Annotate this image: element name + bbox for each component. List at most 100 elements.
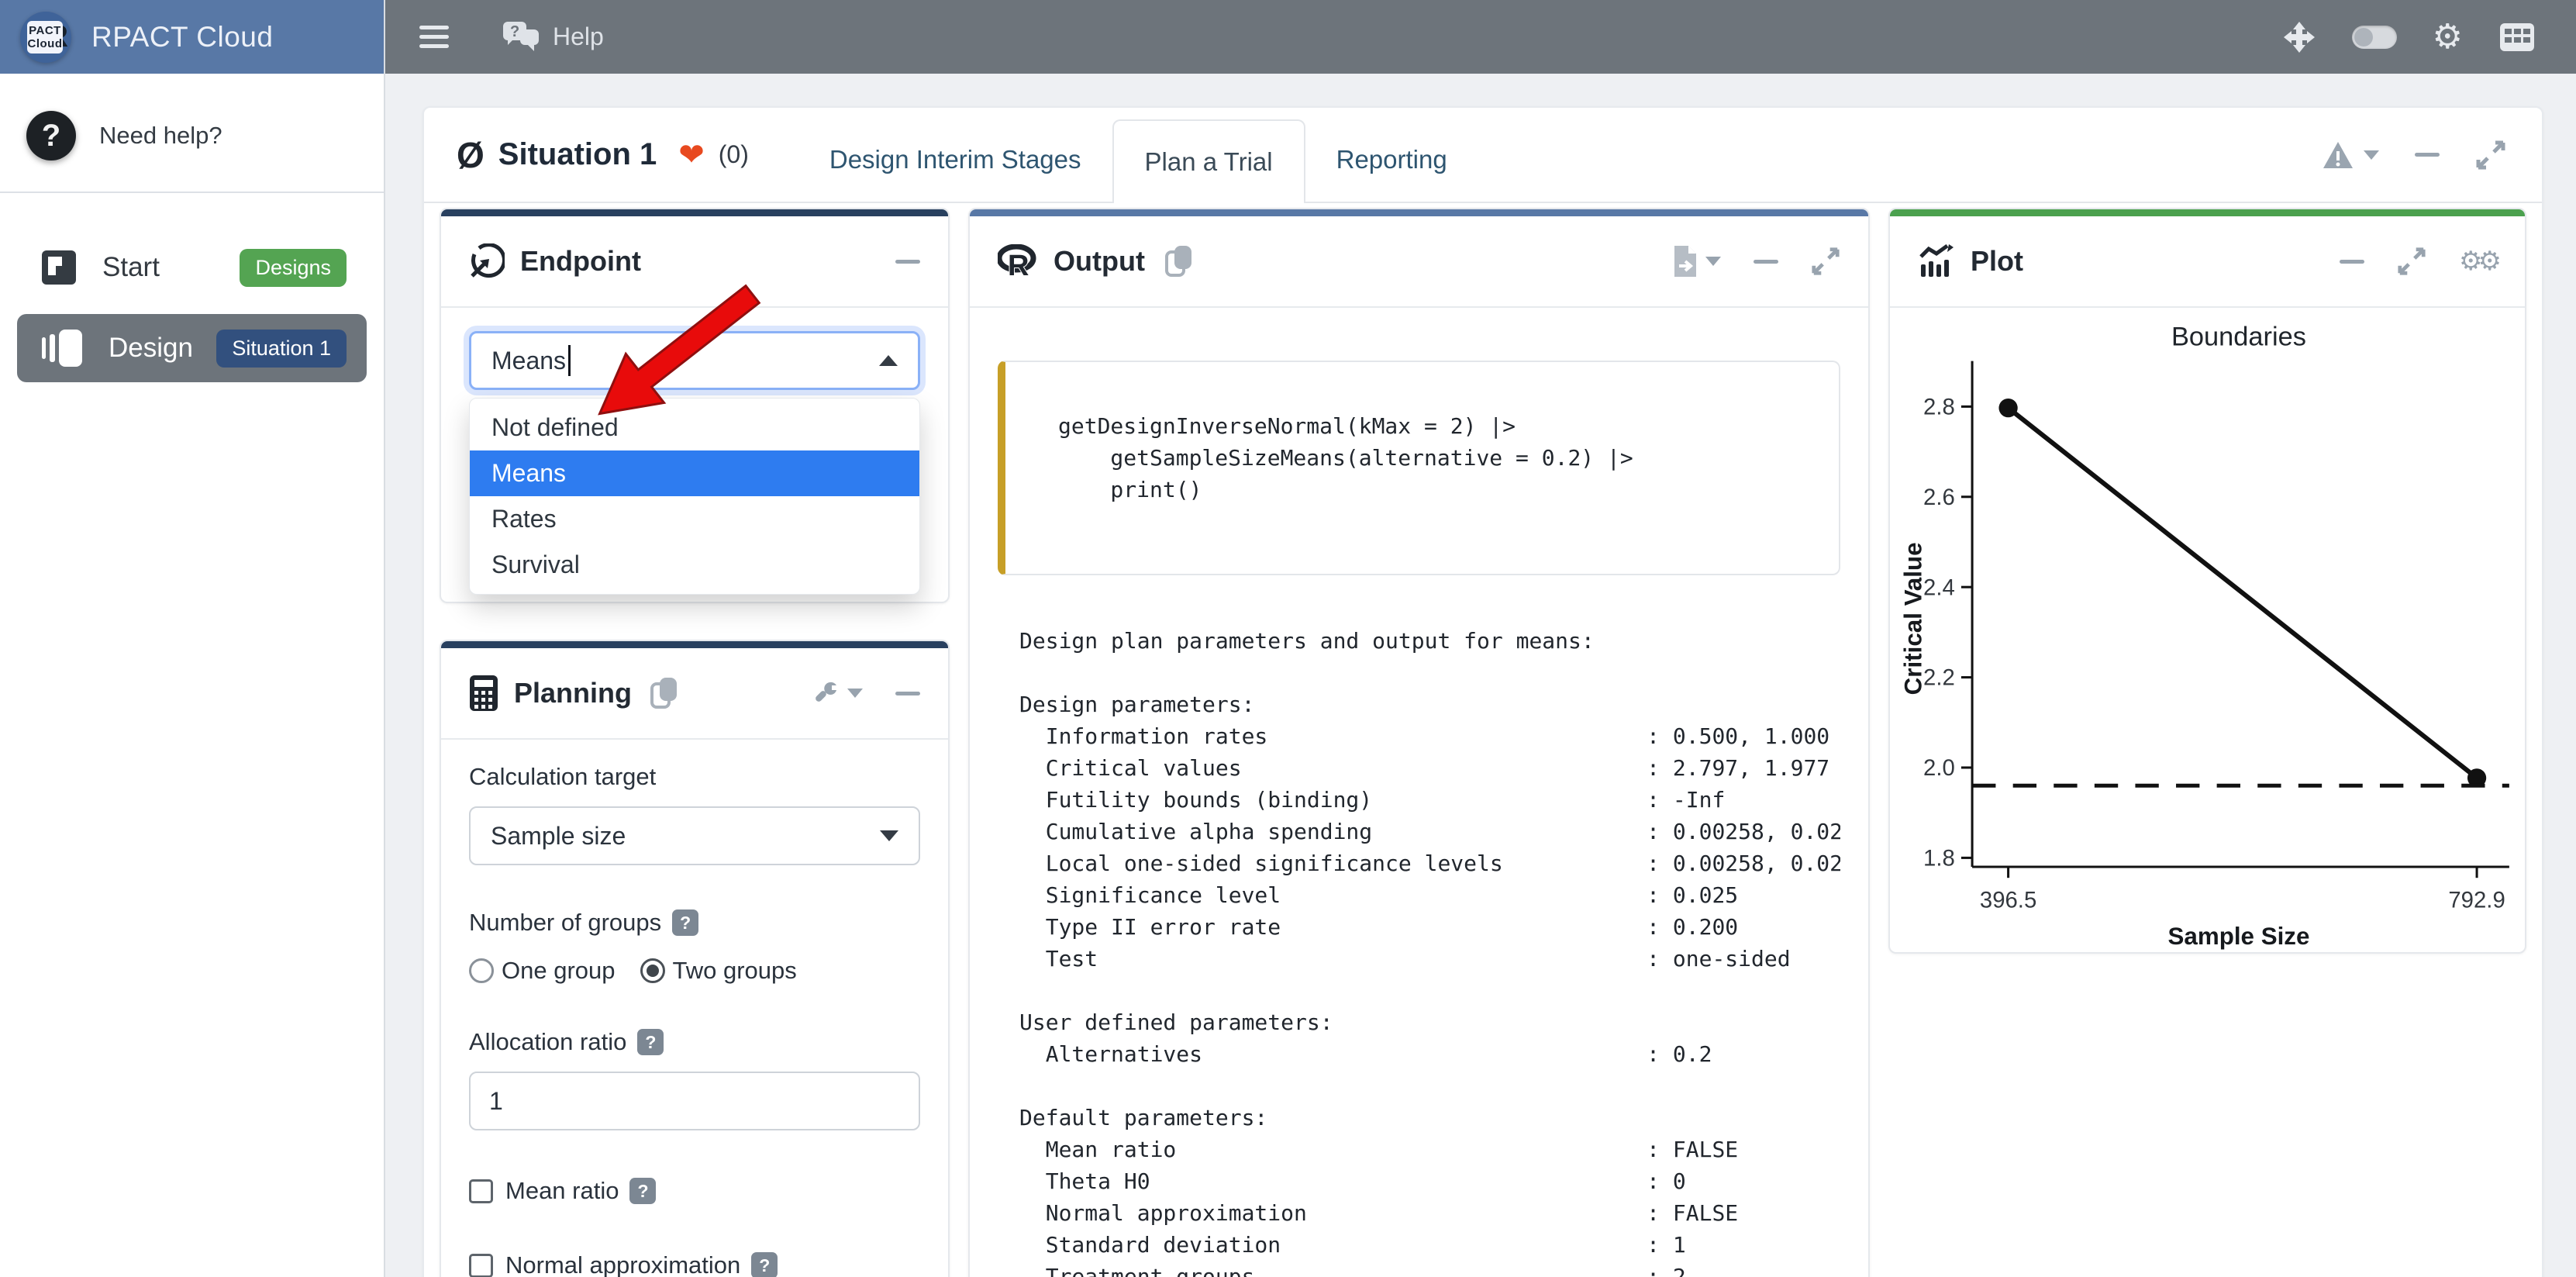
calculation-target-value: Sample size <box>491 822 626 851</box>
hamburger-menu-icon[interactable] <box>419 26 449 48</box>
allocation-ratio-label: Allocation ratio ? <box>469 1028 920 1056</box>
option-rates[interactable]: Rates <box>470 496 919 542</box>
endpoint-dropdown-menu: Not defined Means Rates Survival <box>469 398 920 595</box>
copy-icon[interactable] <box>649 676 680 710</box>
topbar-actions: ⚙ <box>2282 20 2536 54</box>
fullscreen-icon[interactable] <box>2282 20 2316 54</box>
sidebar: R PACTCloud RPACT Cloud ? Need help? Sta… <box>0 0 385 1277</box>
content-area: Ø Situation 1 ❤ (0) Design Interim Stage… <box>385 74 2576 1277</box>
radio-one-group-label: One group <box>502 957 616 985</box>
svg-text:?: ? <box>510 23 519 40</box>
collapse-endpoint-button[interactable] <box>895 260 920 264</box>
plot-body: Boundaries1.82.02.22.42.62.8396.5792.9Sa… <box>1890 308 2525 962</box>
expand-output-button[interactable] <box>1811 247 1840 276</box>
chevron-up-icon <box>879 355 898 366</box>
option-means[interactable]: Means <box>470 450 919 496</box>
tab-reporting[interactable]: Reporting <box>1305 118 1478 202</box>
collapse-planning-button[interactable] <box>895 692 920 695</box>
minimize-card-button[interactable] <box>2415 153 2440 157</box>
help-question-badge[interactable]: ? <box>751 1252 778 1277</box>
center-panel-column: R Output <box>968 208 1870 1277</box>
svg-text:Critical Value: Critical Value <box>1899 542 1926 695</box>
mean-ratio-checkbox[interactable] <box>469 1179 493 1203</box>
endpoint-accent-bar <box>441 209 948 216</box>
r-logo-icon: R <box>998 244 1038 278</box>
endpoint-combobox-value: Means <box>491 347 566 375</box>
card-header: Ø Situation 1 ❤ (0) Design Interim Stage… <box>424 108 2542 203</box>
left-panel-column: Endpoint Means Not defined <box>440 208 950 1277</box>
svg-text:Boundaries: Boundaries <box>2171 322 2306 351</box>
brand-title: RPACT Cloud <box>91 21 273 53</box>
endpoint-combobox[interactable]: Means <box>469 331 920 390</box>
question-circle-icon: ? <box>26 111 76 160</box>
favorite-heart-icon[interactable]: ❤ <box>678 137 705 173</box>
endpoint-target-icon <box>469 243 505 279</box>
sidebar-item-design[interactable]: Design Situation 1 <box>17 314 367 382</box>
help-question-badge[interactable]: ? <box>637 1029 664 1055</box>
export-dropdown-button[interactable] <box>1671 244 1721 278</box>
panel-grid: Endpoint Means Not defined <box>424 203 2542 1277</box>
mean-ratio-label: Mean ratio ? <box>505 1177 656 1205</box>
copy-icon[interactable] <box>1164 244 1195 278</box>
calculation-target-select[interactable]: Sample size <box>469 806 920 865</box>
r-console-output: Design plan parameters and output for me… <box>998 625 1840 1277</box>
need-help-link[interactable]: ? Need help? <box>0 100 384 192</box>
app-root: R PACTCloud RPACT Cloud ? Need help? Sta… <box>0 0 2576 1277</box>
situation-badge: Situation 1 <box>216 330 347 368</box>
svg-text:396.5: 396.5 <box>1980 888 2036 913</box>
svg-text:2.8: 2.8 <box>1923 394 1955 419</box>
radio-one-group[interactable] <box>469 958 494 983</box>
option-survival[interactable]: Survival <box>470 542 919 588</box>
normal-approximation-checkbox[interactable] <box>469 1254 493 1277</box>
sidebar-item-start[interactable]: Start Designs <box>17 233 367 302</box>
theme-toggle[interactable] <box>2352 26 2397 49</box>
expand-plot-button[interactable] <box>2397 247 2426 276</box>
plot-settings-gears-icon[interactable]: ⚙⚙ <box>2459 246 2497 277</box>
grid-table-icon[interactable] <box>2498 22 2536 53</box>
chart-icon <box>1918 244 1955 278</box>
topbar: ? Help ⚙ <box>385 0 2576 74</box>
rpact-logo[interactable]: R PACTCloud <box>20 12 71 63</box>
planning-header: Planning <box>441 648 948 740</box>
warnings-dropdown-button[interactable] <box>2322 140 2379 170</box>
radio-two-groups-label: Two groups <box>673 957 797 985</box>
r-code-block: getDesignInverseNormal(kMax = 2) |> getS… <box>998 361 1840 575</box>
help-question-badge[interactable]: ? <box>629 1178 656 1204</box>
output-title: Output <box>1054 245 1145 278</box>
planning-body: Calculation target Sample size Number of… <box>441 740 948 1277</box>
svg-text:2.4: 2.4 <box>1923 575 1955 600</box>
designs-badge: Designs <box>240 249 347 287</box>
settings-gear-icon[interactable]: ⚙ <box>2433 20 2463 54</box>
help-question-badge[interactable]: ? <box>672 909 698 936</box>
logo-badge: PACTCloud <box>27 21 63 53</box>
planning-panel: Planning <box>440 640 950 1277</box>
sidebar-nav: ? Need help? Start Designs Design Situat… <box>0 74 384 1277</box>
radio-two-groups[interactable] <box>640 958 665 983</box>
help-button[interactable]: ? Help <box>502 20 604 54</box>
svg-text:1.8: 1.8 <box>1923 846 1955 871</box>
favorite-count: (0) <box>719 140 749 169</box>
collapse-plot-button[interactable] <box>2340 260 2364 264</box>
brand-header: R PACTCloud RPACT Cloud <box>0 0 384 74</box>
collapse-output-button[interactable] <box>1754 260 1778 264</box>
planning-title: Planning <box>514 677 632 709</box>
chevron-down-icon <box>847 689 863 698</box>
planning-tools-dropdown[interactable] <box>812 679 863 707</box>
calculator-icon <box>469 675 498 712</box>
output-body: getDesignInverseNormal(kMax = 2) |> getS… <box>970 308 1868 1277</box>
svg-text:R: R <box>1008 250 1029 278</box>
help-bubbles-icon: ? <box>502 20 542 54</box>
tab-design-interim-stages[interactable]: Design Interim Stages <box>798 118 1112 202</box>
option-not-defined[interactable]: Not defined <box>470 405 919 450</box>
plot-title: Plot <box>1971 245 2023 278</box>
expand-card-button[interactable] <box>2475 140 2506 171</box>
text-cursor <box>568 345 571 376</box>
right-panel-column: Plot ⚙⚙ <box>1888 208 2526 1277</box>
empty-set-icon: Ø <box>457 137 485 173</box>
tab-plan-a-trial[interactable]: Plan a Trial <box>1112 119 1305 203</box>
normal-approximation-label: Normal approximation ? <box>505 1251 778 1277</box>
output-header: R Output <box>970 216 1868 308</box>
main-column: ? Help ⚙ <box>385 0 2576 1277</box>
allocation-ratio-input[interactable] <box>469 1072 920 1130</box>
need-help-label: Need help? <box>99 122 222 150</box>
